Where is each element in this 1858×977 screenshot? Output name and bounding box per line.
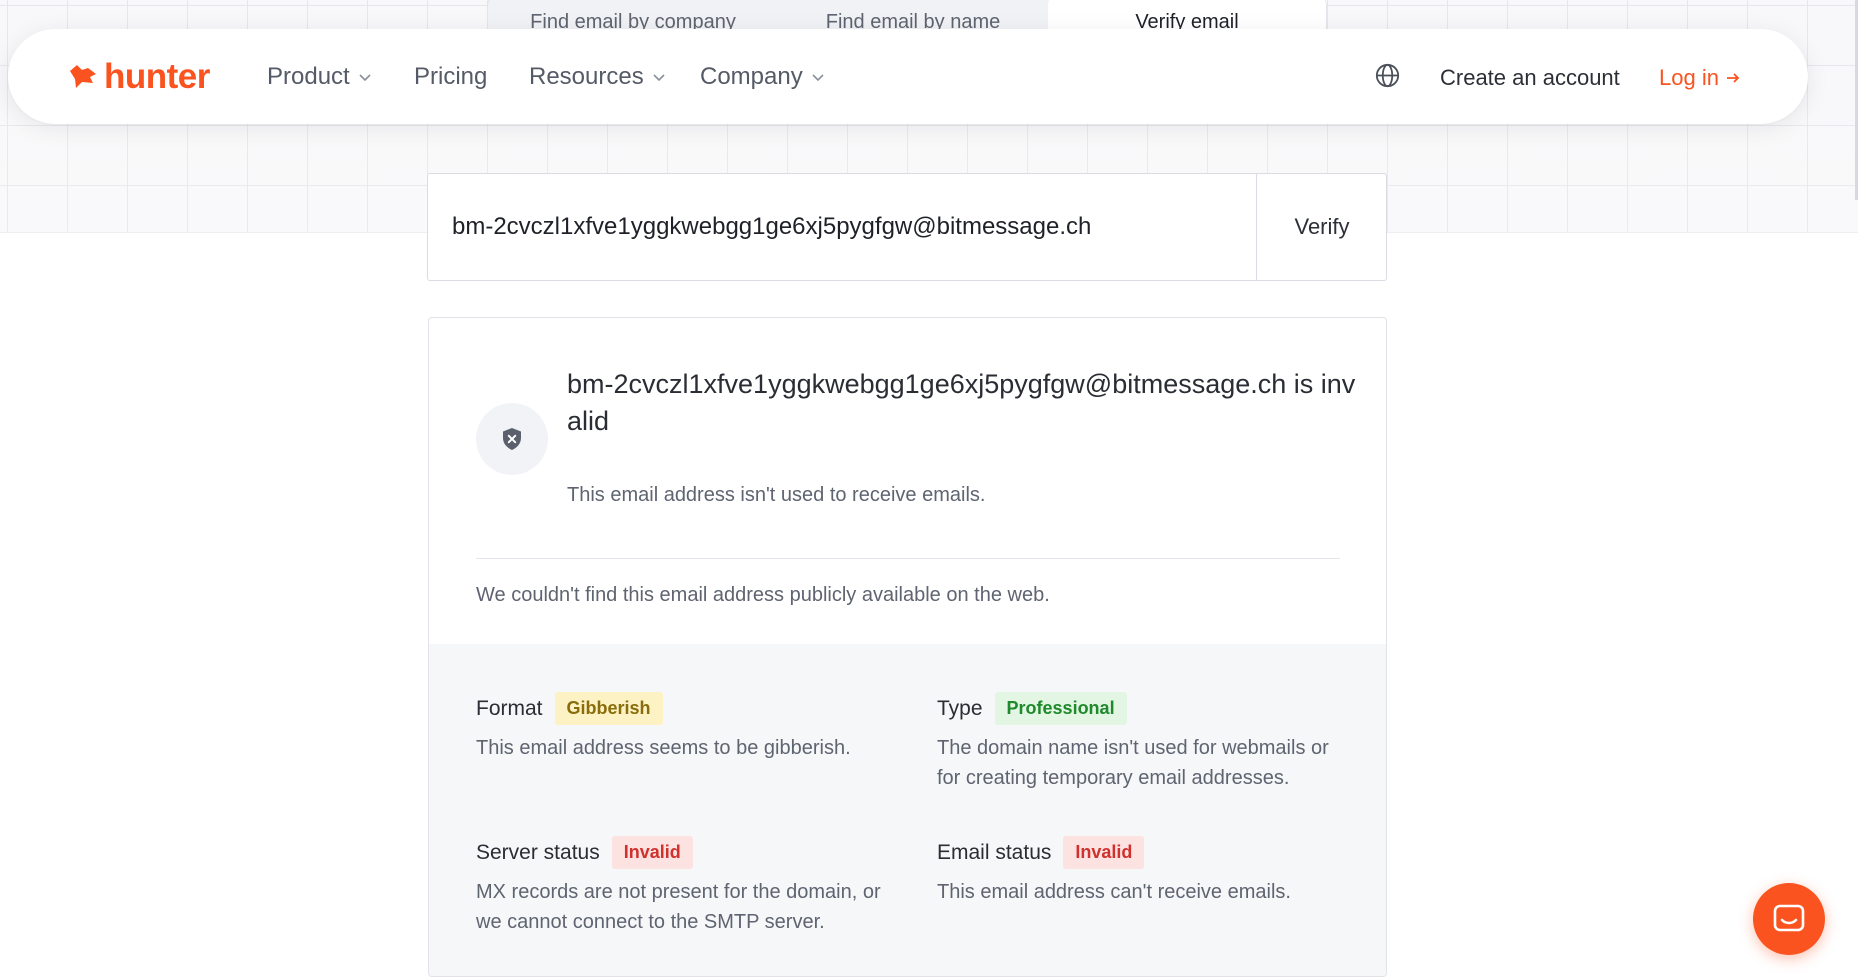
email-search-box: Verify	[427, 173, 1387, 281]
nav-pricing-label: Pricing	[414, 63, 488, 90]
chat-icon	[1773, 904, 1805, 932]
field-label: Type	[937, 696, 983, 720]
field-description: MX records are not present for the domai…	[476, 881, 881, 933]
nav-resources-label: Resources	[529, 63, 644, 90]
chevron-down-icon	[359, 74, 371, 82]
globe-icon[interactable]	[1374, 62, 1401, 89]
divider	[476, 558, 1340, 559]
login-label: Log in	[1659, 65, 1719, 90]
nav-product-label: Product	[267, 63, 350, 90]
nav-resources[interactable]: Resources	[529, 63, 666, 91]
field-description: The domain name isn't used for webmails …	[937, 737, 1329, 789]
field-label: Format	[476, 696, 543, 720]
verify-button[interactable]: Verify	[1256, 174, 1387, 280]
status-badge: Invalid	[1063, 836, 1145, 869]
chevron-down-icon	[812, 74, 824, 82]
result-title: bm-2cvczl1xfve1yggkwebgg1ge6xj5pygfgw@bi…	[567, 369, 1356, 436]
arrow-right-icon	[1726, 73, 1740, 83]
field-label: Server status	[476, 840, 600, 864]
shield-x-icon	[503, 428, 521, 450]
nav-product[interactable]: Product	[267, 63, 372, 91]
nav-company[interactable]: Company	[700, 63, 825, 91]
nav-pricing[interactable]: Pricing	[414, 63, 487, 91]
chevron-down-icon	[653, 74, 665, 82]
status-badge: Gibberish	[554, 692, 663, 725]
status-badge: Invalid	[611, 836, 693, 869]
login-link[interactable]: Log in	[1659, 65, 1741, 91]
logo-text: hunter	[104, 57, 210, 96]
logo[interactable]: hunter	[68, 57, 210, 97]
field-email-status: Email status Invalid This email address …	[937, 836, 1357, 907]
field-label: Email status	[937, 840, 1052, 864]
status-icon	[476, 403, 548, 475]
chat-launcher-button[interactable]	[1753, 883, 1825, 955]
details-panel: Format Gibberish This email address seem…	[429, 644, 1386, 976]
status-badge: Professional	[994, 692, 1127, 725]
result-card: bm-2cvczl1xfve1yggkwebgg1ge6xj5pygfgw@bi…	[428, 317, 1387, 977]
create-account-link[interactable]: Create an account	[1440, 65, 1620, 91]
field-description: This email address can't receive emails.	[937, 881, 1291, 903]
field-description: This email address seems to be gibberish…	[476, 737, 851, 759]
site-header: hunter Product Pricing Resources Company…	[8, 29, 1808, 124]
nav-company-label: Company	[700, 63, 803, 90]
logo-fox-icon	[70, 65, 96, 88]
field-type: Type Professional The domain name isn't …	[937, 692, 1357, 793]
result-subtitle: This email address isn't used to receive…	[567, 484, 986, 506]
field-server-status: Server status Invalid MX records are not…	[476, 836, 896, 937]
web-sources-note: We couldn't find this email address publ…	[476, 584, 1050, 606]
field-format: Format Gibberish This email address seem…	[476, 692, 896, 763]
email-input[interactable]	[428, 174, 1257, 280]
